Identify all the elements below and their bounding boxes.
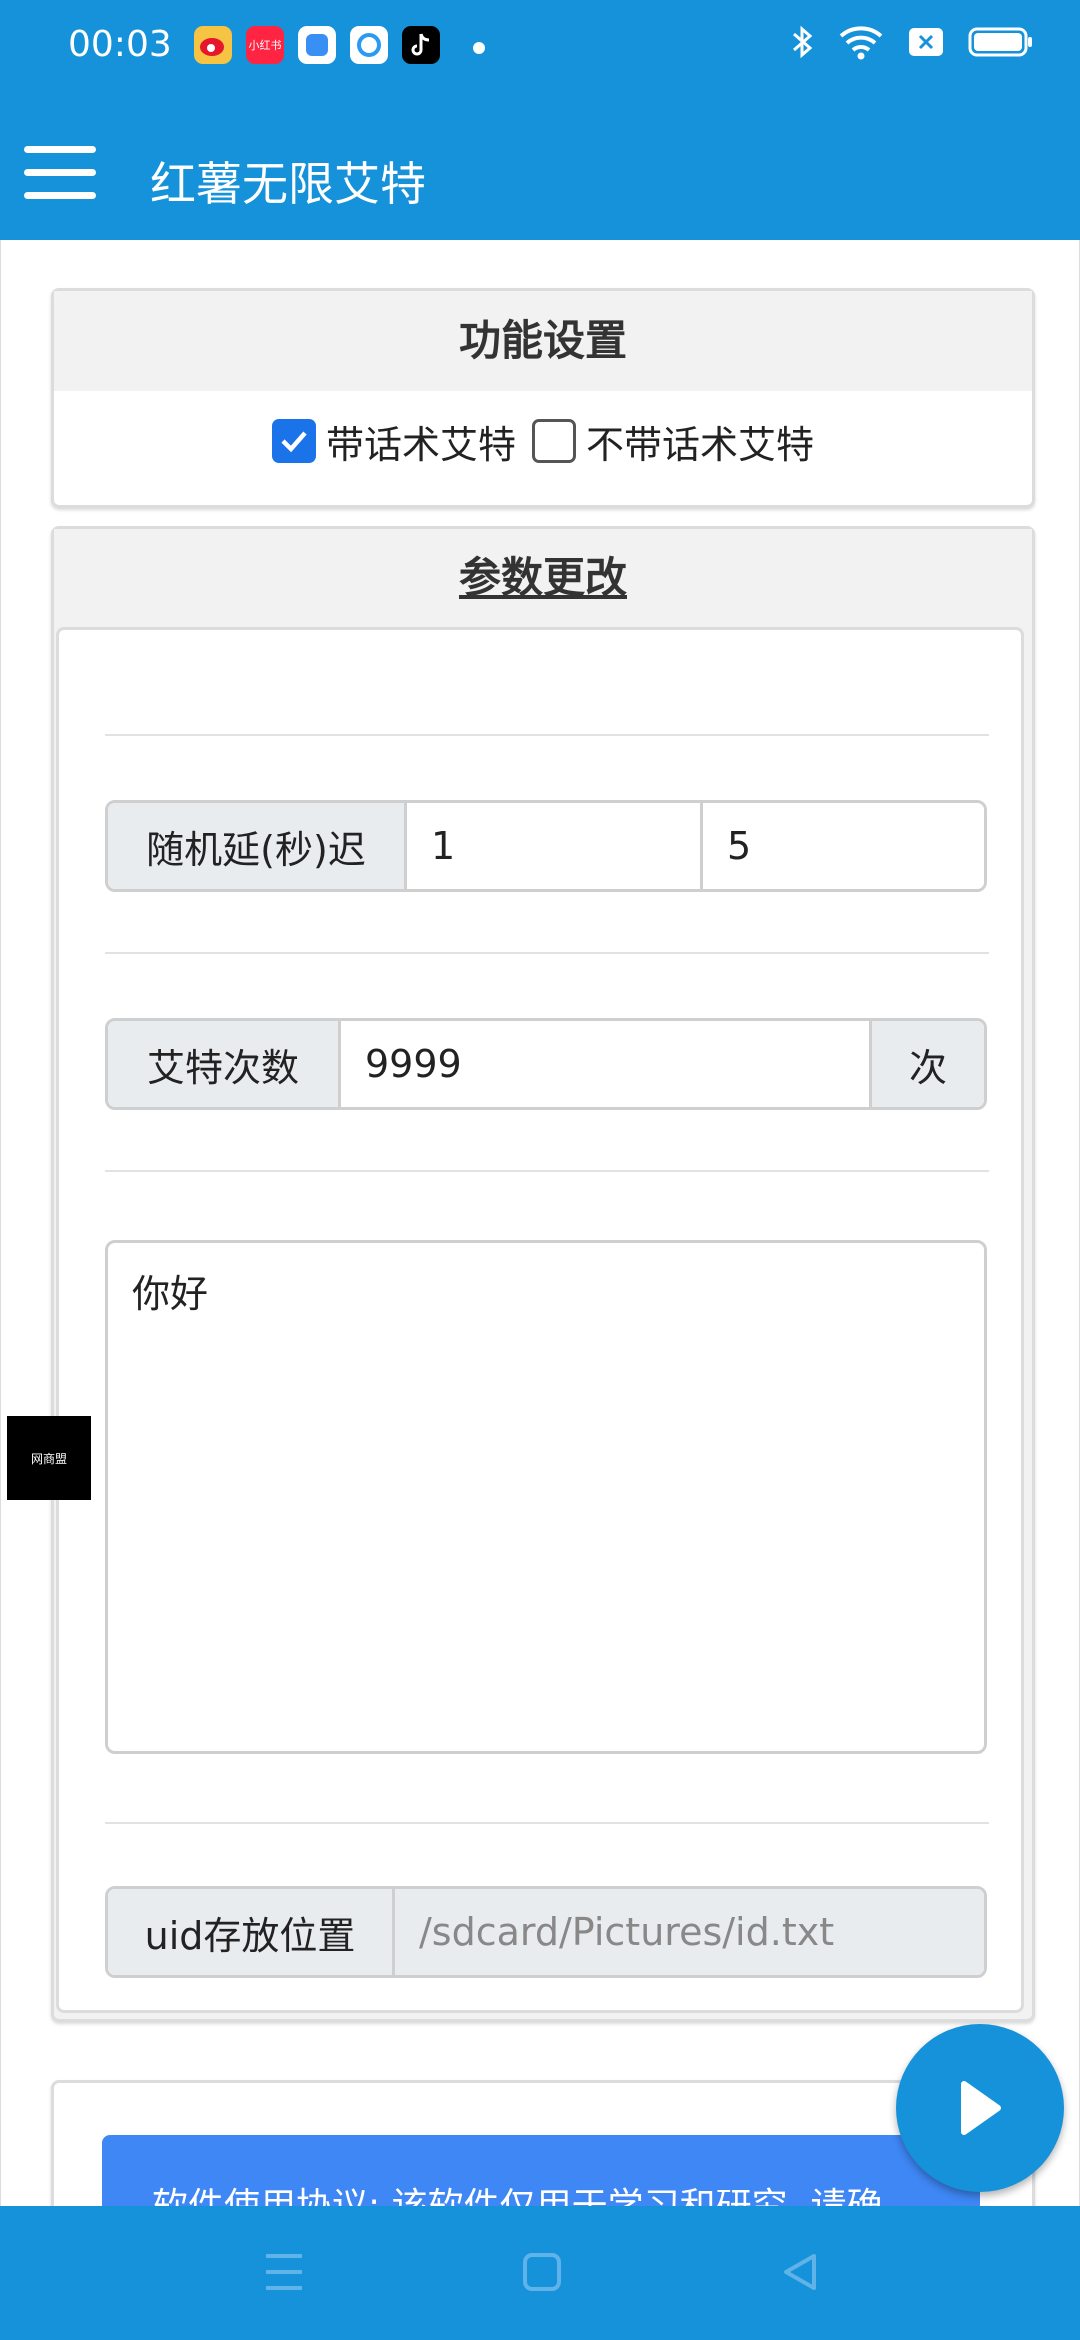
battery-icon [968, 27, 1032, 57]
uid-path-input[interactable]: /sdcard/Pictures/id.txt [392, 1889, 984, 1975]
menu-icon-line [24, 192, 96, 199]
divider [105, 734, 989, 736]
with-script-label[interactable]: 带话术艾特 [326, 414, 516, 469]
delay-min-input[interactable]: 1 [404, 803, 700, 889]
system-nav-bar [0, 2206, 1080, 2340]
params-panel: 随机延(秒)迟 1 5 艾特次数 9999 次 你好 uid存放位置 /sdca… [56, 627, 1024, 2013]
without-script-label[interactable]: 不带话术艾特 [586, 414, 814, 469]
random-delay-group: 随机延(秒)迟 1 5 [105, 800, 987, 892]
menu-icon-line [24, 146, 96, 153]
browser-icon [350, 26, 388, 64]
divider [105, 952, 989, 954]
system-icons [792, 24, 1034, 60]
app-bar: 红薯无限艾特 [0, 96, 1080, 240]
menu-button[interactable] [24, 146, 96, 202]
random-delay-label: 随机延(秒)迟 [108, 803, 404, 889]
back-icon[interactable] [780, 2250, 820, 2294]
function-settings-title: 功能设置 [54, 291, 1032, 391]
start-button[interactable] [896, 2024, 1064, 2192]
mode-options: 带话术艾特 不带话术艾特 [54, 391, 1032, 491]
sim-icon [909, 28, 943, 56]
wifi-icon [839, 26, 883, 60]
play-icon [961, 2081, 1001, 2135]
main-content[interactable]: 功能设置 带话术艾特 不带话术艾特 参数更改 随机延(秒)迟 1 5 艾特次数 … [0, 240, 1080, 2286]
recent-apps-icon[interactable] [264, 2250, 304, 2294]
floating-logo[interactable]: 网商盟 [7, 1416, 91, 1500]
at-count-input[interactable]: 9999 [338, 1021, 869, 1107]
message-textarea[interactable]: 你好 [105, 1240, 987, 1754]
menu-icon-line [24, 169, 96, 176]
notification-dot [473, 42, 485, 54]
xiaohongshu-text: 小红书 [248, 39, 282, 52]
tiktok-icon [402, 26, 440, 64]
floating-logo-text: 网商盟 [30, 1451, 67, 1466]
params-card: 参数更改 随机延(秒)迟 1 5 艾特次数 9999 次 你好 uid存放位置 … [51, 526, 1035, 2022]
home-icon[interactable] [522, 2250, 562, 2294]
without-script-checkbox[interactable] [532, 419, 576, 463]
at-count-group: 艾特次数 9999 次 [105, 1018, 987, 1110]
app-icon [298, 26, 336, 64]
app-title: 红薯无限艾特 [150, 157, 426, 211]
uid-path-group: uid存放位置 /sdcard/Pictures/id.txt [105, 1886, 987, 1978]
uid-path-label: uid存放位置 [108, 1889, 392, 1975]
notification-icons: 小红书 [194, 26, 440, 64]
xiaohongshu-icon: 小红书 [246, 26, 284, 64]
at-count-label: 艾特次数 [108, 1021, 338, 1107]
at-count-suffix: 次 [869, 1021, 984, 1107]
status-time: 00:03 [68, 24, 172, 65]
bluetooth-icon [793, 25, 813, 59]
function-settings-card: 功能设置 带话术艾特 不带话术艾特 [51, 288, 1035, 508]
divider [105, 1170, 989, 1172]
params-title[interactable]: 参数更改 [54, 529, 1032, 627]
divider [105, 1822, 989, 1824]
status-bar: 00:03 小红书 [0, 0, 1080, 96]
with-script-checkbox[interactable] [271, 419, 316, 463]
delay-max-input[interactable]: 5 [700, 803, 984, 889]
weibo-icon [194, 26, 232, 64]
